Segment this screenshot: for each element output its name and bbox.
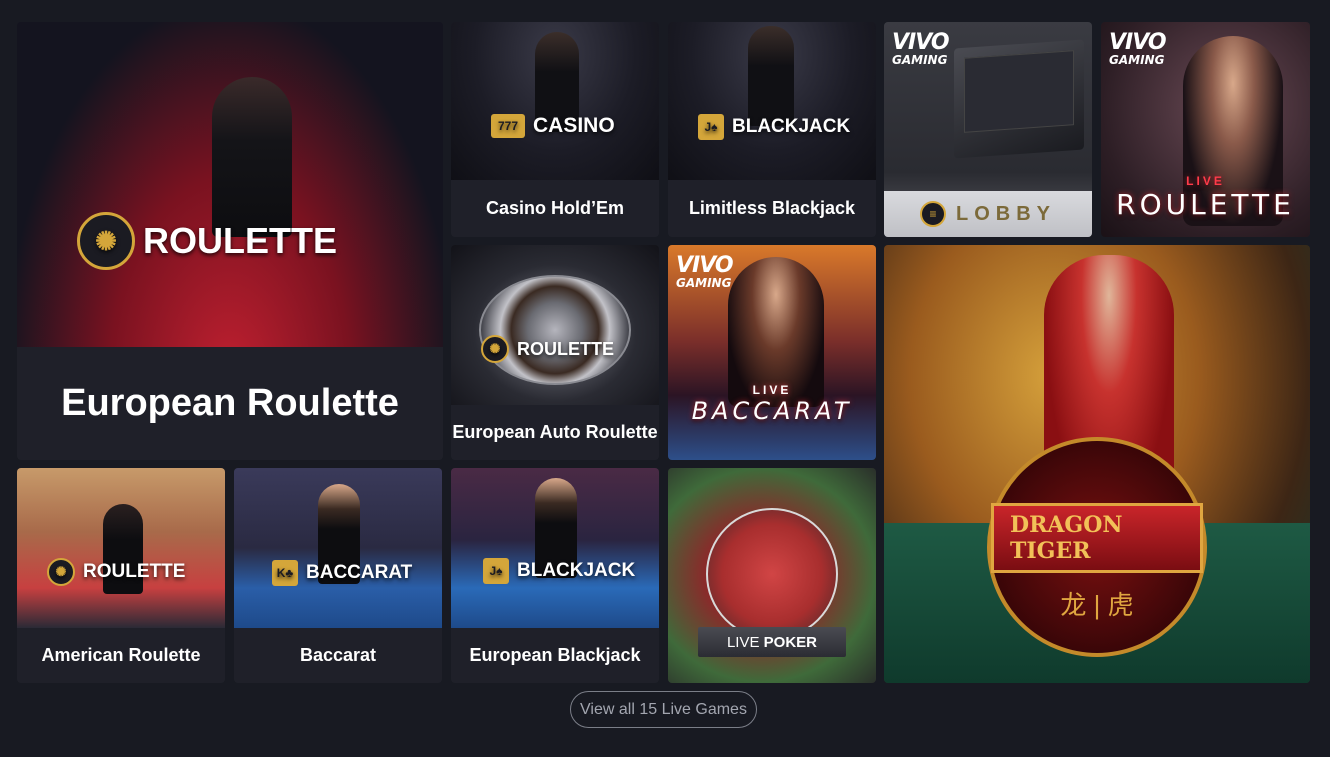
thumb-label-prefix: LIVE bbox=[726, 633, 760, 651]
game-title: American Roulette bbox=[17, 628, 225, 683]
live-baccarat-title: LIVE BACCARAT bbox=[668, 383, 876, 425]
game-tile-casino-holdem[interactable]: 777 CASINO Casino Hold’Em bbox=[451, 22, 659, 237]
playing-cards-icon: J♠ bbox=[698, 114, 724, 140]
thumb-label: BACCARAT bbox=[306, 562, 413, 583]
vivo-gaming-logo: VIVO GAMING bbox=[676, 253, 734, 290]
game-title: Limitless Blackjack bbox=[668, 180, 876, 237]
game-tile-live-roulette[interactable]: VIVO GAMING LIVE ROULETTE bbox=[1101, 22, 1310, 237]
playing-cards-icon: J♠ bbox=[483, 558, 509, 584]
roulette-wheel-icon: ✺ bbox=[481, 335, 509, 363]
thumb-label: ROULETTE bbox=[517, 338, 614, 359]
roulette-wheel-image bbox=[479, 275, 631, 385]
game-thumbnail: LIVE POKER bbox=[668, 468, 876, 683]
game-title: European Blackjack bbox=[451, 628, 659, 683]
slot-777-icon: 777 bbox=[491, 114, 525, 138]
thumb-label-cn: 龙 | 虎 bbox=[1060, 589, 1134, 620]
game-title: Casino Hold’Em bbox=[451, 180, 659, 237]
baccarat-logo: K♣ BACCARAT bbox=[272, 560, 412, 586]
live-roulette-title: LIVE ROULETTE bbox=[1101, 174, 1310, 221]
game-tile-live-poker[interactable]: LIVE POKER bbox=[668, 468, 876, 683]
game-title: Baccarat bbox=[234, 628, 442, 683]
thumb-label: DRAGON TIGER bbox=[991, 502, 1203, 573]
roulette-logo: ✺ ROULETTE bbox=[481, 335, 614, 363]
thumb-label: LOBBY bbox=[956, 202, 1056, 225]
roulette-logo: ✺ ROULETTE bbox=[47, 558, 185, 586]
game-tile-lobby[interactable]: VIVO GAMING ≡ LOBBY bbox=[884, 22, 1092, 237]
game-thumbnail: ✺ ROULETTE bbox=[17, 22, 443, 347]
roulette-logo: ✺ ROULETTE bbox=[77, 212, 337, 270]
game-thumbnail: ✺ ROULETTE bbox=[17, 468, 225, 628]
game-tile-european-auto-roulette[interactable]: ✺ ROULETTE European Auto Roulette bbox=[451, 245, 659, 460]
game-thumbnail: K♣ BACCARAT bbox=[234, 468, 442, 628]
view-all-games-button[interactable]: View all 15 Live Games bbox=[570, 691, 757, 728]
thumb-label: ROULETTE bbox=[143, 220, 337, 261]
thumb-label: ROULETTE bbox=[1116, 188, 1295, 221]
thumb-label: BACCARAT bbox=[691, 397, 853, 425]
thumb-label: CASINO bbox=[533, 114, 615, 137]
roulette-wheel-icon: ✺ bbox=[77, 212, 135, 270]
roulette-wheel-icon: ✺ bbox=[47, 558, 75, 586]
game-title: European Roulette bbox=[17, 347, 443, 460]
game-tile-live-baccarat[interactable]: VIVO GAMING LIVE BACCARAT bbox=[668, 245, 876, 460]
game-thumbnail: 777 CASINO bbox=[451, 22, 659, 180]
live-poker-plate: LIVE POKER bbox=[698, 627, 846, 657]
thumb-label: BLACKJACK bbox=[732, 116, 851, 137]
game-thumbnail: J♠ BLACKJACK bbox=[668, 22, 876, 180]
game-tile-dragon-tiger[interactable]: DRAGON TIGER 龙 | 虎 bbox=[884, 245, 1310, 683]
playing-cards-icon: K♣ bbox=[272, 560, 298, 586]
lobby-bar: ≡ LOBBY bbox=[884, 191, 1092, 237]
game-thumbnail: VIVO GAMING LIVE BACCARAT bbox=[668, 245, 876, 460]
game-thumbnail: DRAGON TIGER 龙 | 虎 bbox=[884, 245, 1310, 683]
casino-logo: 777 CASINO bbox=[491, 114, 615, 138]
game-tile-european-roulette[interactable]: ✺ ROULETTE European Roulette bbox=[17, 22, 443, 460]
game-tile-european-blackjack[interactable]: J♠ BLACKJACK European Blackjack bbox=[451, 468, 659, 683]
game-tile-american-roulette[interactable]: ✺ ROULETTE American Roulette bbox=[17, 468, 225, 683]
game-thumbnail: ✺ ROULETTE bbox=[451, 245, 659, 405]
game-thumbnail: VIVO GAMING LIVE ROULETTE bbox=[1101, 22, 1310, 237]
blackjack-logo: J♠ BLACKJACK bbox=[698, 114, 850, 140]
dealer-figure bbox=[748, 26, 794, 126]
dragon-tiger-logo: DRAGON TIGER 龙 | 虎 bbox=[987, 437, 1207, 657]
thumb-label-suffix: POKER bbox=[763, 633, 818, 651]
lobby-coin-icon: ≡ bbox=[920, 201, 946, 227]
game-title: European Auto Roulette bbox=[451, 405, 659, 460]
game-tile-baccarat[interactable]: K♣ BACCARAT Baccarat bbox=[234, 468, 442, 683]
thumb-label: BLACKJACK bbox=[517, 560, 636, 581]
vivo-gaming-logo: VIVO GAMING bbox=[892, 30, 950, 67]
vivo-gaming-logo: VIVO GAMING bbox=[1109, 30, 1167, 67]
poker-table-image bbox=[706, 508, 838, 640]
thumb-label: ROULETTE bbox=[83, 561, 186, 582]
laptop-image bbox=[954, 39, 1084, 159]
game-thumbnail: VIVO GAMING ≡ LOBBY bbox=[884, 22, 1092, 237]
game-tile-limitless-blackjack[interactable]: J♠ BLACKJACK Limitless Blackjack bbox=[668, 22, 876, 237]
blackjack-logo: J♠ BLACKJACK bbox=[483, 558, 635, 584]
game-thumbnail: J♠ BLACKJACK bbox=[451, 468, 659, 628]
